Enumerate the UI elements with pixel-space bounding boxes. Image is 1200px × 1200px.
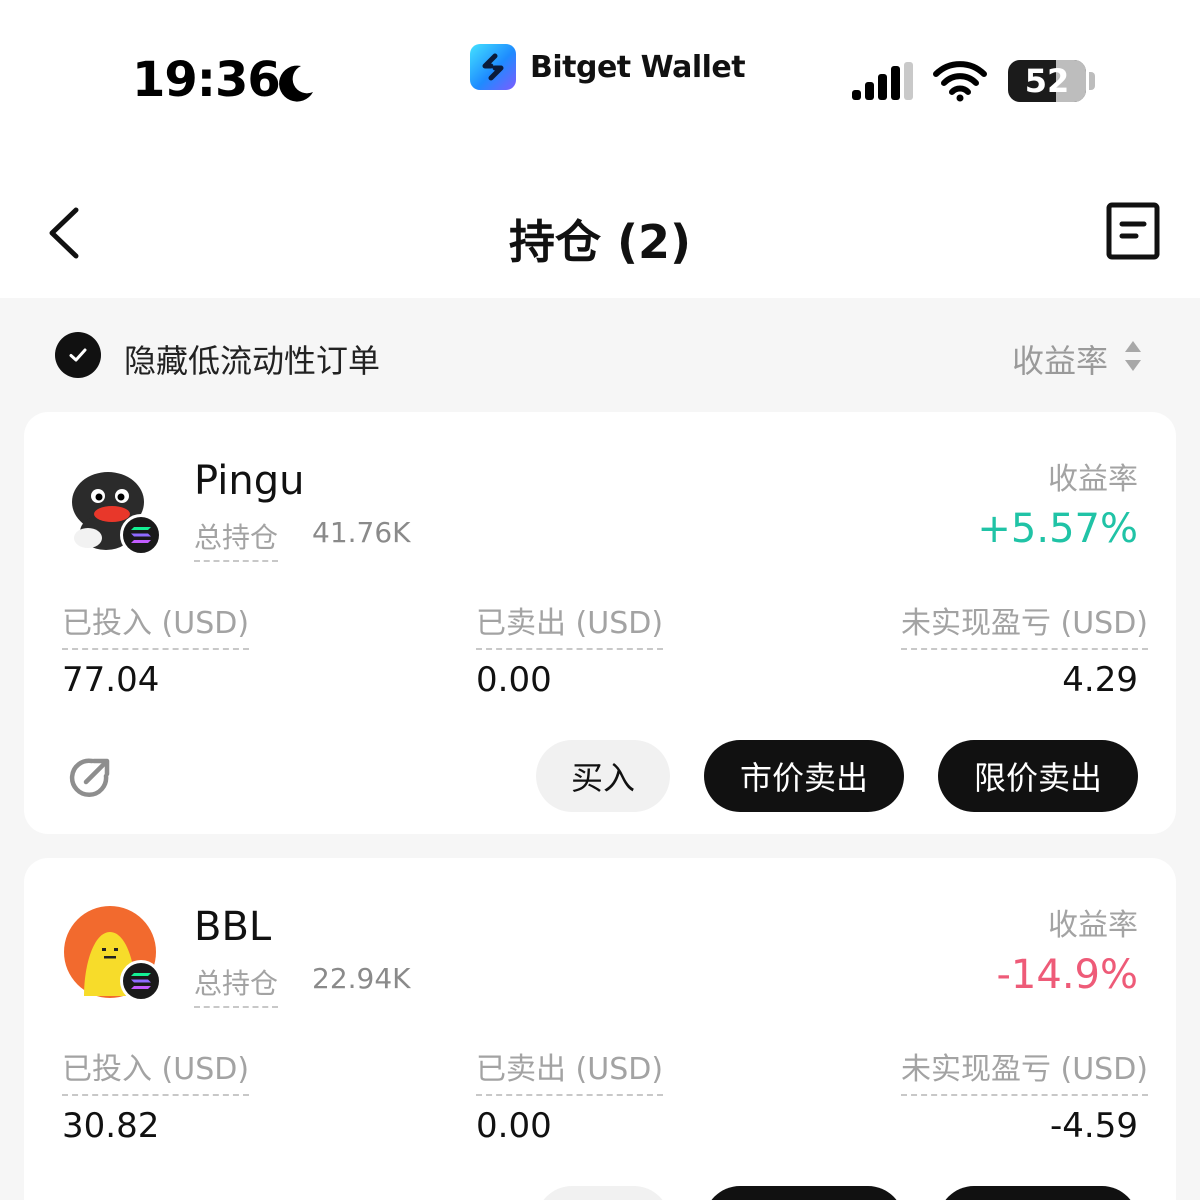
share-icon[interactable]: [66, 754, 114, 802]
filter-row: 隐藏低流动性订单 收益率: [0, 320, 1200, 392]
status-time: 19:36: [132, 52, 281, 108]
battery-level: 52: [1024, 62, 1070, 100]
roi-label: 收益率: [1048, 908, 1138, 943]
checkmark-icon: [69, 348, 87, 362]
roi-label: 收益率: [1048, 462, 1138, 497]
total-holding-value: 22.94K: [312, 962, 411, 995]
buy-button[interactable]: [536, 1186, 670, 1200]
top-bar: 19:36 Bitget Wallet 52 持仓 (2): [0, 0, 1200, 298]
unrealized-pnl-value: -4.59: [1050, 1106, 1138, 1146]
total-holding-label: 总持仓: [194, 962, 279, 1008]
sold-label: 已卖出 (USD): [476, 598, 664, 650]
market-sell-button[interactable]: 市价卖出: [704, 740, 904, 812]
page-title: 持仓 (2): [508, 215, 692, 269]
holding-card[interactable]: Pingu 总持仓 41.76K 收益率 +5.57% 已投入 (USD) 77…: [24, 412, 1176, 834]
sold-label: 已卖出 (USD): [476, 1044, 664, 1096]
unrealized-pnl-label: 未实现盈亏 (USD): [900, 1044, 1148, 1096]
wifi-icon: [933, 61, 987, 102]
brand: Bitget Wallet: [470, 44, 746, 90]
hide-low-liquidity-checkbox[interactable]: [55, 332, 101, 378]
holding-card[interactable]: BBL 总持仓 22.94K 收益率 -14.9% 已投入 (USD) 30.8…: [24, 858, 1176, 1200]
limit-sell-button[interactable]: 限价卖出: [938, 740, 1138, 812]
solana-chain-icon: [120, 514, 162, 556]
solana-chain-icon: [120, 960, 162, 1002]
roi-value: -14.9%: [996, 952, 1138, 998]
sold-value: 0.00: [476, 1106, 552, 1146]
battery-icon: 52: [1008, 60, 1086, 102]
moon-icon: [279, 65, 313, 102]
token-name: BBL: [194, 904, 272, 950]
invested-label: 已投入 (USD): [62, 598, 250, 650]
bitget-logo-icon: [470, 44, 516, 90]
token-name: Pingu: [194, 458, 305, 504]
cellular-signal-icon: [852, 62, 913, 100]
invested-label: 已投入 (USD): [62, 1044, 250, 1096]
unrealized-pnl-value: 4.29: [1062, 660, 1138, 700]
invested-value: 30.82: [62, 1106, 160, 1146]
sort-arrows-icon[interactable]: [1122, 338, 1144, 374]
unrealized-pnl-label: 未实现盈亏 (USD): [900, 598, 1148, 650]
sold-value: 0.00: [476, 660, 552, 700]
hide-low-liquidity-label[interactable]: 隐藏低流动性订单: [124, 336, 380, 382]
market-sell-button[interactable]: [704, 1186, 904, 1200]
document-icon[interactable]: [1106, 202, 1160, 260]
limit-sell-button[interactable]: [938, 1186, 1138, 1200]
buy-button[interactable]: 买入: [536, 740, 670, 812]
brand-name: Bitget Wallet: [530, 49, 746, 85]
total-holding-label: 总持仓: [194, 516, 279, 562]
invested-value: 77.04: [62, 660, 160, 700]
battery-cap: [1089, 72, 1095, 90]
sort-by-roi-button[interactable]: 收益率: [1012, 336, 1108, 382]
roi-value: +5.57%: [977, 506, 1138, 552]
total-holding-value: 41.76K: [312, 516, 411, 549]
